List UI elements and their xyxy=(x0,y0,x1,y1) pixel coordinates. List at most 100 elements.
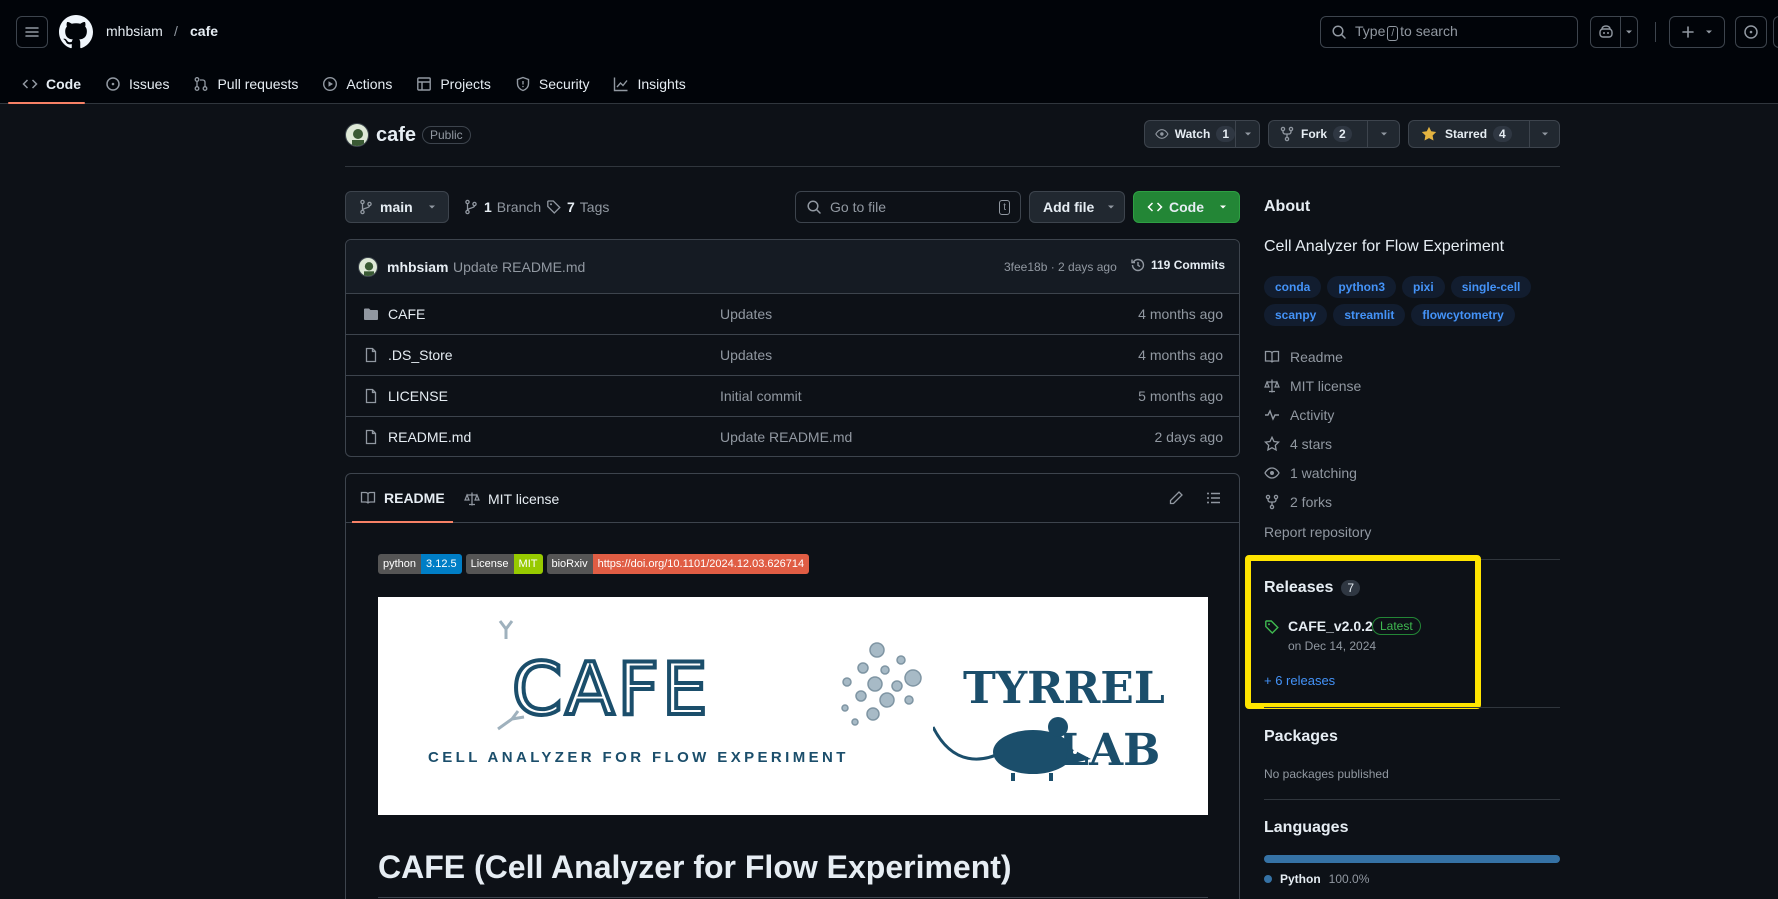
file-name[interactable]: README.md xyxy=(388,429,471,445)
tab-actions[interactable]: Actions xyxy=(310,64,404,104)
branch-count: 1 xyxy=(484,199,492,215)
fork-button[interactable]: Fork 2 xyxy=(1268,120,1400,148)
pencil-icon[interactable] xyxy=(1168,490,1184,506)
branch-selector[interactable]: main xyxy=(345,191,449,223)
commit-meta[interactable]: 3fee18b · 2 days ago xyxy=(1004,260,1117,274)
topic-tag[interactable]: flowcytometry xyxy=(1411,304,1515,326)
tab-projects[interactable]: Projects xyxy=(404,64,503,104)
language-item-python[interactable]: Python 100.0% xyxy=(1264,872,1369,886)
heading-divider xyxy=(378,897,1208,898)
tags-link[interactable]: 7 Tags xyxy=(546,199,609,215)
go-to-file-input[interactable]: Go to file t xyxy=(795,191,1021,223)
releases-header[interactable]: Releases 7 xyxy=(1264,579,1361,597)
topic-tag[interactable]: pixi xyxy=(1402,276,1445,298)
owner-avatar[interactable] xyxy=(345,123,369,147)
issues-button[interactable] xyxy=(1735,16,1767,48)
file-name[interactable]: .DS_Store xyxy=(388,347,453,363)
forks-link[interactable]: 2 forks xyxy=(1264,494,1332,510)
go-to-file-placeholder: Go to file xyxy=(830,199,887,215)
add-file-button[interactable]: Add file xyxy=(1029,191,1125,223)
breadcrumb-repo[interactable]: cafe xyxy=(190,23,218,39)
file-row-cafe[interactable]: CAFE Updates 4 months ago xyxy=(346,294,1239,335)
file-commit-message[interactable]: Updates xyxy=(720,306,772,322)
latest-release-name[interactable]: CAFE_v2.0.2 xyxy=(1288,618,1373,634)
topic-tag[interactable]: single-cell xyxy=(1450,276,1532,298)
activity-link-label: Activity xyxy=(1290,407,1335,423)
chevron-down-icon xyxy=(1706,30,1712,34)
create-new-button[interactable] xyxy=(1669,16,1725,48)
file-row-readme[interactable]: README.md Update README.md 2 days ago xyxy=(346,417,1239,456)
watch-count: 1 xyxy=(1216,126,1235,142)
tab-readme[interactable]: README xyxy=(352,474,453,523)
file-row-license[interactable]: LICENSE Initial commit 5 months ago xyxy=(346,376,1239,417)
watching-link[interactable]: 1 watching xyxy=(1264,465,1357,481)
stars-link[interactable]: 4 stars xyxy=(1264,436,1332,452)
topic-tag[interactable]: streamlit xyxy=(1333,304,1406,326)
tab-label: Insights xyxy=(637,76,686,92)
tab-mit-license[interactable]: MIT license xyxy=(464,474,559,523)
pull-requests-button[interactable] xyxy=(1773,16,1778,48)
file-commit-message[interactable]: Update README.md xyxy=(720,429,852,445)
badge-license[interactable]: License MIT xyxy=(465,554,543,574)
readme-link-label: Readme xyxy=(1290,349,1343,365)
topic-tag[interactable]: conda xyxy=(1264,276,1322,298)
chevron-down-icon xyxy=(1108,205,1115,209)
code-icon xyxy=(1147,202,1163,212)
star-icon xyxy=(1264,436,1280,452)
latest-commit-bar: mhbsiam Update README.md 3fee18b · 2 day… xyxy=(346,240,1239,294)
readme-link[interactable]: Readme xyxy=(1264,349,1343,365)
table-icon xyxy=(417,77,432,91)
starred-button[interactable]: Starred 4 xyxy=(1408,120,1560,148)
badge-python[interactable]: python 3.12.5 xyxy=(378,554,462,574)
file-commit-message[interactable]: Initial commit xyxy=(720,388,802,404)
commit-message[interactable]: Update README.md xyxy=(453,259,585,275)
tab-code[interactable]: Code xyxy=(0,64,93,104)
outline-list-icon[interactable] xyxy=(1206,490,1222,506)
file-age: 4 months ago xyxy=(1138,347,1223,363)
latest-release-date: on Dec 14, 2024 xyxy=(1288,639,1377,653)
tab-security[interactable]: Security xyxy=(503,64,602,104)
menu-button[interactable] xyxy=(16,16,48,48)
commit-author[interactable]: mhbsiam xyxy=(387,259,448,275)
tab-issues[interactable]: Issues xyxy=(93,64,181,104)
badge-biorxiv[interactable]: bioRxiv https://doi.org/10.1101/2024.12.0… xyxy=(546,554,810,574)
play-icon xyxy=(323,76,338,92)
file-name[interactable]: CAFE xyxy=(388,306,425,322)
search-placeholder-type: Type xyxy=(1355,23,1386,39)
copilot-button[interactable] xyxy=(1590,16,1638,48)
file-icon xyxy=(365,388,377,404)
file-name[interactable]: LICENSE xyxy=(388,388,448,404)
chevron-down-icon xyxy=(1245,132,1251,136)
forks-link-label: 2 forks xyxy=(1290,494,1333,510)
book-icon xyxy=(360,491,376,504)
tab-insights[interactable]: Insights xyxy=(601,64,697,104)
more-releases-link[interactable]: + 6 releases xyxy=(1264,673,1335,688)
packages-title[interactable]: Packages xyxy=(1264,728,1338,746)
topic-tag[interactable]: scanpy xyxy=(1264,304,1328,326)
license-link[interactable]: MIT license xyxy=(1264,378,1361,394)
file-commit-message[interactable]: Updates xyxy=(720,347,772,363)
commit-author-avatar[interactable] xyxy=(358,257,378,277)
branches-link[interactable]: 1 Branch xyxy=(463,199,541,215)
watch-button[interactable]: Watch 1 xyxy=(1144,120,1260,148)
topic-tag[interactable]: python3 xyxy=(1327,276,1397,298)
folder-icon xyxy=(364,308,378,320)
file-row-ds-store[interactable]: .DS_Store Updates 4 months ago xyxy=(346,335,1239,376)
breadcrumb-owner[interactable]: mhbsiam xyxy=(106,23,163,39)
activity-link[interactable]: Activity xyxy=(1264,407,1334,423)
branch-icon xyxy=(465,199,477,215)
tab-pull-requests[interactable]: Pull requests xyxy=(181,64,310,104)
breadcrumb-separator: / xyxy=(174,23,178,39)
chevron-down-icon xyxy=(428,205,435,209)
commits-link[interactable]: 119 Commits xyxy=(1130,257,1225,273)
banner-subtitle: CELL ANALYZER FOR FLOW EXPERIMENT xyxy=(428,749,849,766)
github-logo-icon[interactable] xyxy=(59,15,93,49)
search-input[interactable]: Type / to search xyxy=(1320,16,1578,48)
tab-label: Code xyxy=(46,76,81,92)
tab-label: Actions xyxy=(346,76,393,92)
code-button[interactable]: Code xyxy=(1133,191,1240,223)
repo-name[interactable]: cafe xyxy=(376,124,416,147)
file-age: 4 months ago xyxy=(1138,306,1223,322)
releases-title: Releases xyxy=(1264,579,1334,596)
report-repository-link[interactable]: Report repository xyxy=(1264,524,1371,540)
